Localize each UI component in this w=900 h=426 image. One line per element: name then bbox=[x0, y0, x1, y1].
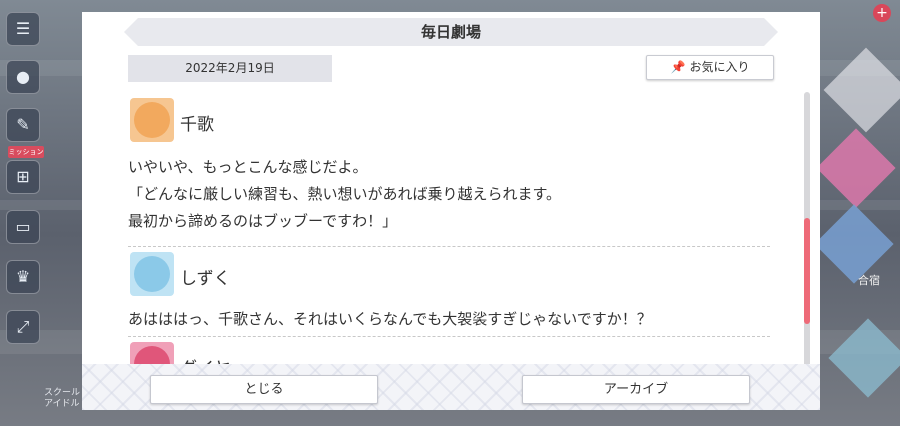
gift-icon[interactable]: ⊞ bbox=[6, 160, 40, 194]
trophy-icon[interactable]: ♛ bbox=[6, 260, 40, 294]
favorite-button[interactable]: 📌 お気に入り bbox=[646, 55, 774, 80]
pin-icon: 📌 bbox=[670, 60, 686, 74]
expand-icon[interactable]: ⤢ bbox=[6, 310, 40, 344]
menu-icon[interactable]: ☰ bbox=[6, 12, 40, 46]
plus-icon[interactable]: + bbox=[873, 4, 891, 22]
scrollbar[interactable] bbox=[804, 92, 810, 368]
dialogue-entry: 千歌 いやいや、もっとこんな感じだよ。 「どんなに厳しい練習も、熱い想いがあれば… bbox=[128, 98, 770, 247]
dialogue-scroll-area[interactable]: 千歌 いやいや、もっとこんな感じだよ。 「どんなに厳しい練習も、熱い想いがあれば… bbox=[82, 92, 820, 382]
speaker-name: しずく bbox=[180, 269, 231, 289]
chat-icon[interactable]: ● bbox=[6, 60, 40, 94]
avatar bbox=[130, 98, 174, 142]
close-button[interactable]: とじる bbox=[150, 375, 378, 404]
mission-icon[interactable]: ✎ bbox=[6, 108, 40, 142]
title-bar: 毎日劇場 bbox=[124, 18, 778, 46]
daily-theater-dialog: 毎日劇場 2022年2月19日 📌 お気に入り 千歌 いやいや、もっとこんな感じだ… bbox=[82, 12, 820, 410]
dialogue-line: 最初から諦めるのはブッブーですわ！」 bbox=[128, 212, 398, 230]
avatar bbox=[130, 252, 174, 296]
side-badge: ミッション bbox=[8, 146, 44, 158]
right-label: 合宿 bbox=[858, 274, 880, 287]
dialog-title: 毎日劇場 bbox=[420, 23, 481, 41]
photo-icon[interactable]: ▭ bbox=[6, 210, 40, 244]
archive-button[interactable]: アーカイブ bbox=[522, 375, 750, 404]
divider bbox=[128, 246, 770, 247]
dialog-footer: とじる アーカイブ bbox=[82, 364, 820, 410]
speaker-name: 千歌 bbox=[180, 115, 214, 135]
dialogue-line: あはははっ、千歌さん、それはいくらなんでも大袈裟すぎじゃないですか！？ bbox=[128, 310, 652, 328]
dialogue-line: いやいや、もっとこんな感じだよ。 bbox=[128, 158, 368, 176]
bottom-left-label: スクール アイドル bbox=[44, 388, 81, 409]
avatar-image bbox=[134, 102, 170, 138]
favorite-label: お気に入り bbox=[689, 60, 750, 74]
avatar-image bbox=[134, 256, 170, 292]
dialogue-line: 「どんなに厳しい練習も、熱い想いがあれば乗り越えられます。 bbox=[128, 185, 562, 203]
dialogue-entry: しずく あはははっ、千歌さん、それはいくらなんでも大袈裟すぎじゃないですか！？ bbox=[128, 252, 770, 338]
scrollbar-thumb[interactable] bbox=[804, 218, 810, 324]
divider bbox=[128, 336, 770, 337]
date-label: 2022年2月19日 bbox=[128, 55, 332, 82]
